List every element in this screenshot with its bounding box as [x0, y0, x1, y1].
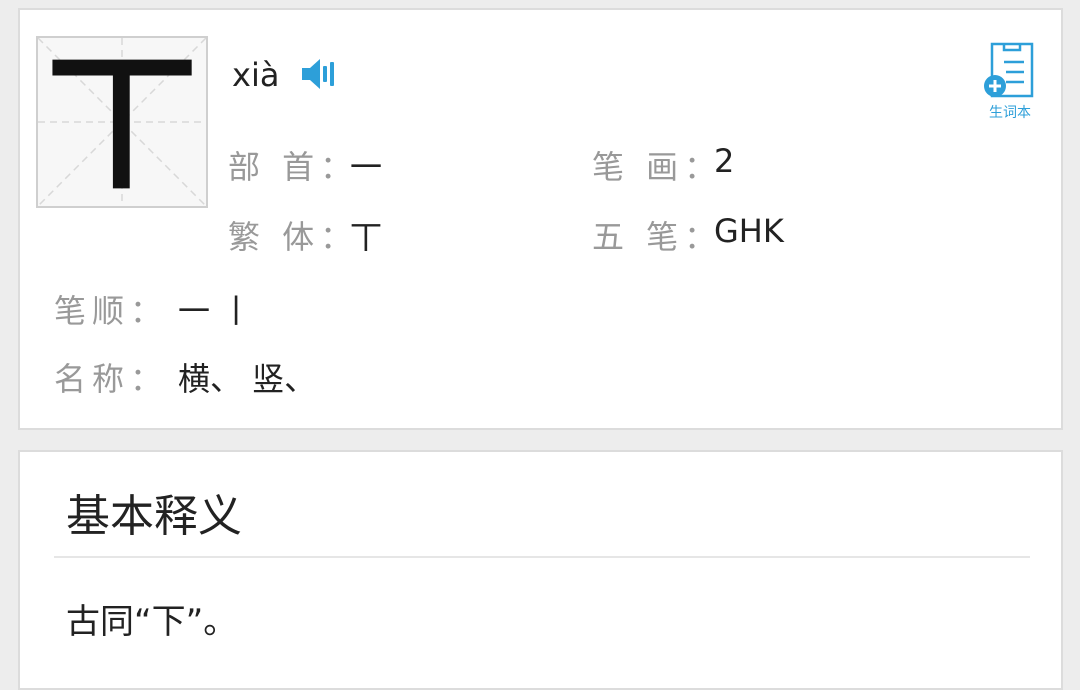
speaker-icon[interactable] [300, 56, 340, 92]
pinyin: xià [232, 56, 280, 94]
character-glyph: 丅 [46, 36, 197, 208]
strokes-label: 笔 画： [592, 148, 723, 186]
stroke-names-value: 横、 竖、 [178, 360, 317, 398]
radical-label: 部 首： [228, 148, 359, 186]
basic-meaning-card: 基本释义 古同“下”。 [18, 450, 1063, 690]
vocab-button-label: 生词本 [989, 105, 1031, 121]
strokes-value: 2 [714, 142, 735, 180]
add-to-vocab-icon [984, 42, 1034, 98]
stroke-order-label: 笔顺： [54, 292, 169, 330]
traditional-label: 繁 体： [228, 218, 359, 256]
definition-text: 古同“下”。 [66, 602, 238, 642]
divider [54, 556, 1030, 558]
character-info-card: 丅 xià 生词本 部 首： 一 笔 画： 2 繁 体： 丅 五 笔： GHK … [18, 8, 1063, 430]
section-title: 基本释义 [66, 491, 242, 542]
stroke-order-value: 一 丨 [178, 292, 253, 330]
radical-value: 一 [350, 148, 383, 186]
add-to-vocab-button[interactable]: 生词本 [982, 42, 1038, 124]
wubi-label: 五 笔： [592, 218, 723, 256]
wubi-value: GHK [714, 212, 784, 250]
character-grid-box: 丅 [36, 36, 208, 208]
stroke-names-label: 名称： [54, 360, 169, 398]
traditional-value: 丅 [350, 218, 383, 256]
